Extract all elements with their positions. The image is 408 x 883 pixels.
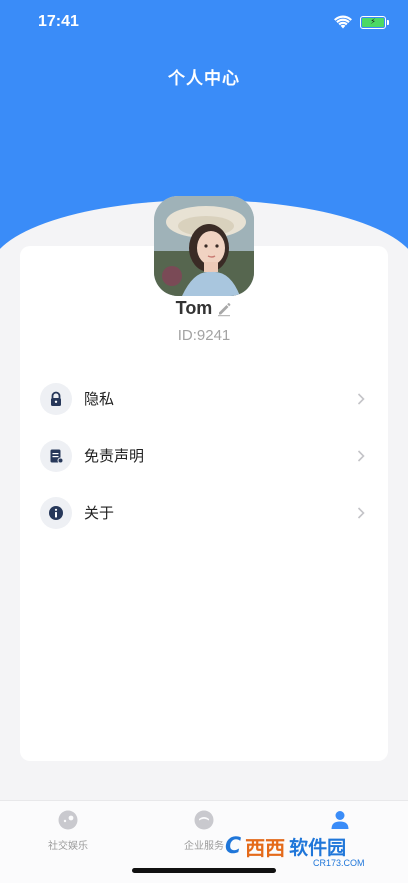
info-icon — [49, 505, 63, 520]
menu-item-disclaimer[interactable]: 免责声明 — [20, 427, 388, 484]
battery-icon: ⚡ — [360, 15, 389, 29]
watermark-mark: C — [225, 834, 242, 859]
status-icons: ⚡ — [334, 15, 389, 29]
chevron-right-icon — [357, 449, 365, 462]
menu-item-about[interactable]: 关于 — [20, 484, 388, 541]
menu-icon-container — [40, 496, 72, 529]
username: Tom — [175, 298, 213, 318]
tab-social[interactable]: 社交娱乐 — [0, 801, 136, 883]
username-row: Tom — [0, 298, 408, 319]
document-icon — [50, 449, 64, 463]
watermark-logo: C 西西 软件园 CR173.COM — [225, 832, 365, 868]
chat-icon — [58, 810, 78, 830]
menu-label: 关于 — [84, 505, 115, 522]
avatar-image — [154, 196, 254, 296]
home-indicator — [132, 868, 276, 873]
menu-icon-container — [40, 382, 72, 415]
person-icon — [331, 811, 349, 829]
tab-label: 社交娱乐 — [48, 841, 88, 852]
lock-icon — [51, 391, 61, 406]
edit-icon[interactable] — [216, 301, 232, 317]
menu-label: 免责声明 — [84, 448, 145, 465]
status-bar: 17:41 ⚡ — [0, 0, 408, 44]
chevron-right-icon — [357, 392, 365, 405]
service-icon — [194, 810, 214, 830]
menu-icon-container — [40, 439, 72, 472]
menu-item-privacy[interactable]: 隐私 — [20, 370, 388, 427]
watermark-text: 西西 — [245, 836, 286, 860]
watermark-domain: CR173.COM — [313, 858, 365, 868]
chevron-right-icon — [357, 506, 365, 519]
status-time: 17:41 — [38, 13, 79, 30]
wifi-icon — [334, 15, 352, 29]
page-title: 个人中心 — [168, 69, 240, 88]
tab-label: 企业服务 — [184, 841, 224, 852]
watermark-name: 软件园 — [289, 838, 347, 859]
battery-charging-icon: ⚡ — [362, 17, 384, 27]
avatar[interactable] — [154, 196, 254, 296]
settings-menu: 隐私 免责声明 关于 — [20, 370, 388, 541]
user-id: ID:9241 — [177, 327, 231, 344]
menu-label: 隐私 — [84, 391, 115, 408]
